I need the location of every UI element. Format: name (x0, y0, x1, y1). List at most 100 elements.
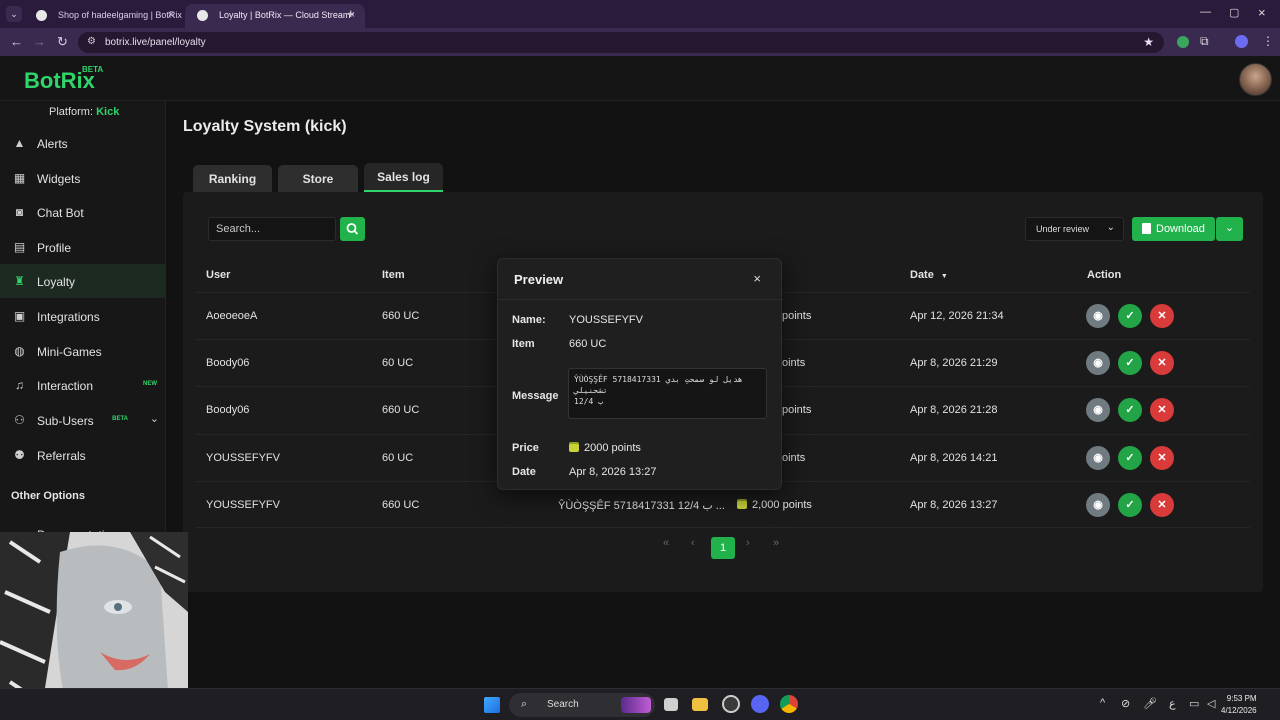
download-button[interactable]: Download (1132, 217, 1215, 241)
download-options-button[interactable]: ⌄ (1216, 217, 1243, 241)
reject-x-icon[interactable]: ✕ (1150, 398, 1174, 422)
search-button[interactable] (340, 217, 365, 241)
user-avatar[interactable] (1239, 63, 1272, 96)
pagination-first[interactable]: « (663, 537, 669, 549)
view-eye-icon[interactable]: ◉ (1086, 493, 1110, 517)
preview-title: Preview (514, 272, 564, 287)
search-input[interactable] (208, 217, 336, 241)
chevron-up-icon[interactable]: ^ (1100, 697, 1105, 709)
task-view-icon[interactable] (664, 698, 678, 711)
minimize-window-icon[interactable]: — (1200, 6, 1211, 18)
input-language-indicator[interactable]: ع (1169, 697, 1176, 710)
clock-date: 4/12/2026 (1221, 706, 1257, 715)
windows-taskbar: ⌕ Search ^ ⊘ 🎤︎ ع ▭ ◁ 9:53 PM 4/12/2026 (0, 688, 1280, 720)
browser-tab-strip: ⌄ Shop of hadeelgaming | BotRix × Loyalt… (0, 0, 1280, 28)
sidebar-item-mini-games[interactable]: ◍ Mini-Games (0, 334, 166, 368)
new-tab-button[interactable]: + (347, 6, 355, 21)
row-user: YOUSSEFYFV (206, 499, 280, 511)
extensions-puzzle-icon[interactable]: ⧉ (1200, 34, 1209, 49)
tab-title: Loyalty | BotRix — Cloud Stream (219, 10, 351, 20)
pagination-prev[interactable]: ‹ (691, 537, 695, 549)
back-arrow-icon[interactable]: ← (10, 34, 23, 49)
windows-start-icon[interactable] (484, 697, 500, 713)
row-item: 660 UC (382, 404, 420, 416)
search-icon: ⌕ (521, 698, 528, 710)
discord-icon[interactable] (751, 695, 769, 713)
chevron-down-icon: ⌄ (1224, 222, 1235, 234)
row-date: Apr 8, 2026 13:27 (910, 499, 998, 511)
warning-icon: ▲ (13, 136, 26, 150)
preview-name-value: YOUSSEFYFV (569, 314, 643, 326)
bookmark-star-icon[interactable]: ★ (1143, 35, 1154, 49)
other-options-heading: Other Options (11, 490, 85, 502)
preview-item-label: Item (512, 338, 535, 350)
file-explorer-icon[interactable] (692, 698, 708, 711)
sidebar-item-sub-users[interactable]: ⚇ Sub-Users BETA ⌄ (0, 403, 166, 437)
view-eye-icon[interactable]: ◉ (1086, 398, 1110, 422)
tab-ranking[interactable]: Ranking (193, 165, 272, 192)
site-info-icon[interactable]: ⚙ (87, 36, 96, 47)
reload-icon[interactable]: ↻ (57, 34, 68, 50)
tab-sales-log[interactable]: Sales log (364, 163, 443, 192)
search-icon (346, 223, 359, 235)
pagination-last[interactable]: » (773, 537, 779, 549)
network-icon[interactable]: ⊘ (1121, 697, 1130, 710)
sidebar-item-profile[interactable]: ▤ Profile (0, 230, 166, 264)
sidebar-item-widgets[interactable]: ▦ Widgets (0, 161, 166, 195)
address-bar[interactable]: ⚙ botrix.live/panel/loyalty ★ (78, 32, 1164, 53)
browser-tab-loyalty[interactable]: Loyalty | BotRix — Cloud Stream × (185, 4, 365, 28)
preview-date-value: Apr 8, 2026 13:27 (569, 466, 657, 478)
approve-check-icon[interactable]: ✓ (1118, 304, 1142, 328)
maximize-window-icon[interactable]: ▢ (1229, 6, 1239, 19)
url-text: botrix.live/panel/loyalty (105, 37, 206, 48)
taskbar-search[interactable]: ⌕ Search (509, 693, 655, 717)
app-icon[interactable] (722, 695, 740, 713)
sidebar-item-integrations[interactable]: ▣ Integrations (0, 299, 166, 333)
approve-check-icon[interactable]: ✓ (1118, 493, 1142, 517)
chevron-down-icon: ⌄ (1106, 222, 1115, 233)
row-item: 660 UC (382, 310, 420, 322)
microphone-icon[interactable]: 🎤︎ (1143, 697, 1157, 710)
sidebar-item-chat-bot[interactable]: ◙ Chat Bot (0, 195, 166, 229)
profile-icon[interactable] (1235, 35, 1248, 48)
browser-menu-icon[interactable]: ⋮ (1262, 34, 1274, 48)
reject-x-icon[interactable]: ✕ (1150, 493, 1174, 517)
sidebar-item-label: Interaction (37, 379, 94, 393)
reject-x-icon[interactable]: ✕ (1150, 446, 1174, 470)
new-badge: NEW (143, 381, 157, 387)
sidebar-item-referrals[interactable]: ⚉ Referrals (0, 438, 166, 472)
close-tab-icon[interactable]: × (168, 9, 174, 21)
reject-x-icon[interactable]: ✕ (1150, 304, 1174, 328)
display-icon[interactable]: ▭ (1189, 697, 1199, 710)
view-eye-icon[interactable]: ◉ (1086, 304, 1110, 328)
sidebar-item-loyalty[interactable]: ♜ Loyalty (0, 264, 166, 298)
browser-tab-shop[interactable]: Shop of hadeelgaming | BotRix × (24, 4, 184, 28)
botrix-favicon-icon (36, 10, 47, 21)
file-download-icon (1142, 223, 1151, 234)
sidebar-item-alerts[interactable]: ▲ Alerts (0, 126, 166, 160)
tab-search-button[interactable]: ⌄ (6, 6, 22, 22)
pagination-page-1[interactable]: 1 (711, 537, 735, 559)
column-header-date[interactable]: Date ▼ (910, 269, 948, 281)
preview-message-textarea[interactable]: ŶÙÒŞŞÊF 5718417331 هديل لو سمحتِ بدي تشح… (568, 368, 767, 419)
close-icon[interactable]: × (753, 271, 761, 286)
preview-date-label: Date (512, 466, 536, 478)
approve-check-icon[interactable]: ✓ (1118, 351, 1142, 375)
approve-check-icon[interactable]: ✓ (1118, 446, 1142, 470)
status-filter-select[interactable]: Under review ⌄ (1025, 217, 1124, 241)
pagination-next[interactable]: › (746, 537, 750, 549)
forward-arrow-icon[interactable]: → (33, 34, 46, 49)
view-eye-icon[interactable]: ◉ (1086, 446, 1110, 470)
reject-x-icon[interactable]: ✕ (1150, 351, 1174, 375)
chevron-down-icon[interactable]: ⌄ (150, 412, 159, 425)
close-window-icon[interactable]: × (1258, 5, 1266, 20)
row-user: AoeoeoeA (206, 310, 258, 322)
view-eye-icon[interactable]: ◉ (1086, 351, 1110, 375)
taskbar-clock[interactable]: 9:53 PM 4/12/2026 (1221, 693, 1257, 717)
tab-store[interactable]: Store (278, 165, 358, 192)
chrome-icon[interactable] (780, 695, 798, 713)
volume-icon[interactable]: ◁ (1207, 697, 1215, 710)
sidebar-item-interaction[interactable]: ♫ Interaction NEW (0, 368, 166, 402)
extension-shield-icon[interactable] (1177, 36, 1189, 48)
approve-check-icon[interactable]: ✓ (1118, 398, 1142, 422)
